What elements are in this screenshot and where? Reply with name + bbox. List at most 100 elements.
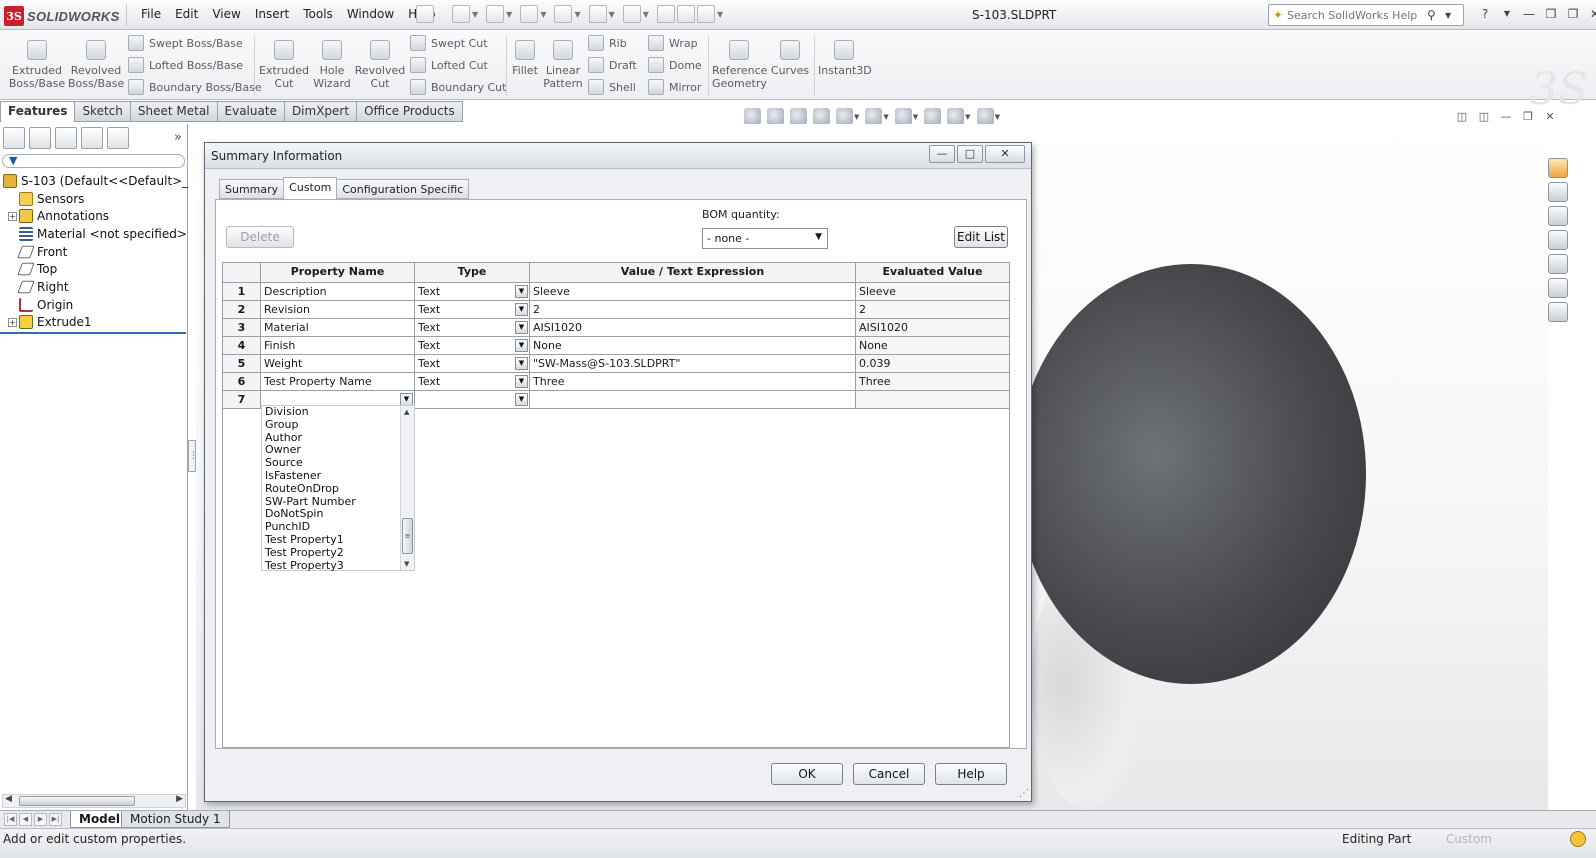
table-row[interactable]: 4 Finish Text ▼ None None [223,337,1011,355]
list-scrollbar[interactable]: ▲ ≡ ▼ [400,406,414,570]
list-item[interactable]: Division [262,405,414,419]
chevron-down-icon[interactable]: ▼ [913,113,918,121]
swept-cut-button[interactable]: Swept Cut [410,35,488,51]
menu-tools[interactable]: Tools [296,7,340,21]
ok-button[interactable]: OK [771,763,843,785]
instant3d-button[interactable]: Instant3D [818,40,872,77]
solidworks-logo[interactable]: 3S SOLIDWORKS [4,5,122,27]
scroll-up-icon[interactable]: ▲ [404,408,409,416]
unit-system-selector[interactable]: Custom [1446,832,1492,846]
appearances-icon[interactable] [1548,278,1568,298]
restore-icon[interactable]: ❐ [1520,110,1536,124]
open-icon[interactable] [486,5,505,23]
table-row[interactable]: 6 Test Property Name Text ▼ Three Three [223,373,1011,391]
displaymanager-icon[interactable] [107,127,129,149]
panel-splitter-grip[interactable]: ⋮ [188,440,198,472]
list-item[interactable]: Group [262,418,414,432]
select-icon[interactable] [622,5,641,23]
boundary-cut-button[interactable]: Boundary Cut [410,79,506,95]
revolved-boss-button[interactable]: Revolved Boss/Base [68,40,124,90]
pin-icon[interactable] [416,5,434,23]
swept-boss-button[interactable]: Swept Boss/Base [128,35,243,51]
solidworks-resources-icon[interactable] [1548,158,1568,178]
tab-custom[interactable]: Custom [283,177,338,199]
quick-tips-icon[interactable] [1570,831,1586,847]
menu-window[interactable]: Window [340,7,401,21]
view-palette-icon[interactable] [1548,254,1568,274]
previous-view-icon[interactable] [790,108,807,125]
curves-button[interactable]: Curves [770,40,810,77]
type-cell[interactable]: Text ▼ [415,283,530,301]
next-tab-icon[interactable]: ▶ [34,813,47,826]
table-row[interactable]: 3 Material Text ▼ AISI1020 AISI1020 [223,319,1011,337]
chevron-down-icon[interactable]: ▼ [609,10,615,19]
list-item[interactable]: Test Property2 [262,546,414,560]
boundary-boss-button[interactable]: Boundary Boss/Base [128,79,262,95]
zoom-to-fit-icon[interactable] [744,108,761,125]
linear-pattern-button[interactable]: Linear Pattern [542,40,584,90]
view-orientation-icon[interactable] [836,108,853,125]
tab-motion-study-1[interactable]: Motion Study 1 [121,811,230,828]
previous-tab-icon[interactable]: ◀ [19,813,32,826]
new-document-icon[interactable] [452,5,470,23]
chevron-down-icon[interactable]: ▼ [995,113,1000,121]
minimize-icon[interactable]: — [1520,6,1538,22]
scroll-down-icon[interactable]: ▼ [404,560,409,568]
propertymanager-icon[interactable] [29,127,51,149]
expand-icon[interactable]: + [8,317,17,327]
property-name-cell[interactable]: Test Property Name [261,373,415,391]
maximize-icon[interactable]: □ [957,145,983,163]
expand-tabs-icon[interactable]: » [174,127,182,153]
tab-sheet-metal[interactable]: Sheet Metal [130,101,218,122]
help-button[interactable]: Help [935,763,1007,785]
table-row[interactable]: 2 Revision Text ▼ 2 2 [223,301,1011,319]
reference-geometry-button[interactable]: Reference Geometry [712,40,767,90]
tab-features[interactable]: Features [0,101,76,122]
chevron-down-icon[interactable]: ▼ [1445,11,1463,20]
tree-item-material[interactable]: Material <not specified> [0,225,188,243]
custom-properties-icon[interactable] [1548,302,1568,322]
bom-quantity-select[interactable]: - none - ▼ [702,228,828,249]
chevron-down-icon[interactable]: ▼ [515,375,528,388]
scroll-right-icon[interactable]: ▶ [176,794,183,804]
undo-icon[interactable] [588,5,607,23]
delete-button[interactable]: Delete [226,226,294,248]
viewport-link-icon[interactable]: ◫ [1476,110,1492,124]
fillet-button[interactable]: Fillet [510,40,540,77]
edit-list-button[interactable]: Edit List [954,226,1008,248]
magnifier-icon[interactable]: ⚲ [1427,8,1445,22]
tab-sketch[interactable]: Sketch [75,101,131,122]
tree-item-top[interactable]: Top [0,260,188,278]
chevron-down-icon[interactable]: ▼ [643,10,649,19]
rib-button[interactable]: Rib [588,35,627,51]
tree-filter-input[interactable]: ▼ [2,154,185,168]
help-icon[interactable]: ? [1476,6,1494,22]
chevron-down-icon[interactable]: ▼ [854,113,859,121]
viewport-split-icon[interactable]: ◫ [1454,110,1470,124]
chevron-down-icon[interactable]: ▼ [1498,6,1516,22]
first-tab-icon[interactable]: |◀ [4,813,17,826]
property-name-cell[interactable]: Weight [261,355,415,373]
help-search-box[interactable]: ✦ ⚲ ▼ [1268,4,1464,26]
type-cell[interactable]: Text ▼ [415,319,530,337]
cancel-button[interactable]: Cancel [853,763,925,785]
view-settings-icon[interactable] [976,108,994,125]
menu-insert[interactable]: Insert [248,7,296,21]
expand-icon[interactable]: + [8,211,17,221]
extruded-boss-button[interactable]: Extruded Boss/Base [8,40,66,90]
chevron-down-icon[interactable]: ▼ [515,321,528,334]
list-item[interactable]: IsFastener [262,469,414,483]
tree-item-sensors[interactable]: Sensors [0,190,188,208]
chevron-down-icon[interactable]: ▼ [574,10,580,19]
tree-item-right[interactable]: Right [0,278,188,296]
configurationmanager-icon[interactable] [55,127,77,149]
print-icon[interactable] [554,5,573,23]
menu-file[interactable]: File [134,7,168,21]
dome-button[interactable]: Dome [648,57,702,73]
restore-icon[interactable]: ❐ [1542,6,1560,22]
save-icon[interactable] [520,5,539,23]
chevron-down-icon[interactable]: ▼ [965,113,970,121]
display-style-icon[interactable] [865,108,883,125]
section-view-icon[interactable] [813,108,830,125]
chevron-down-icon[interactable]: ▼ [515,339,528,352]
